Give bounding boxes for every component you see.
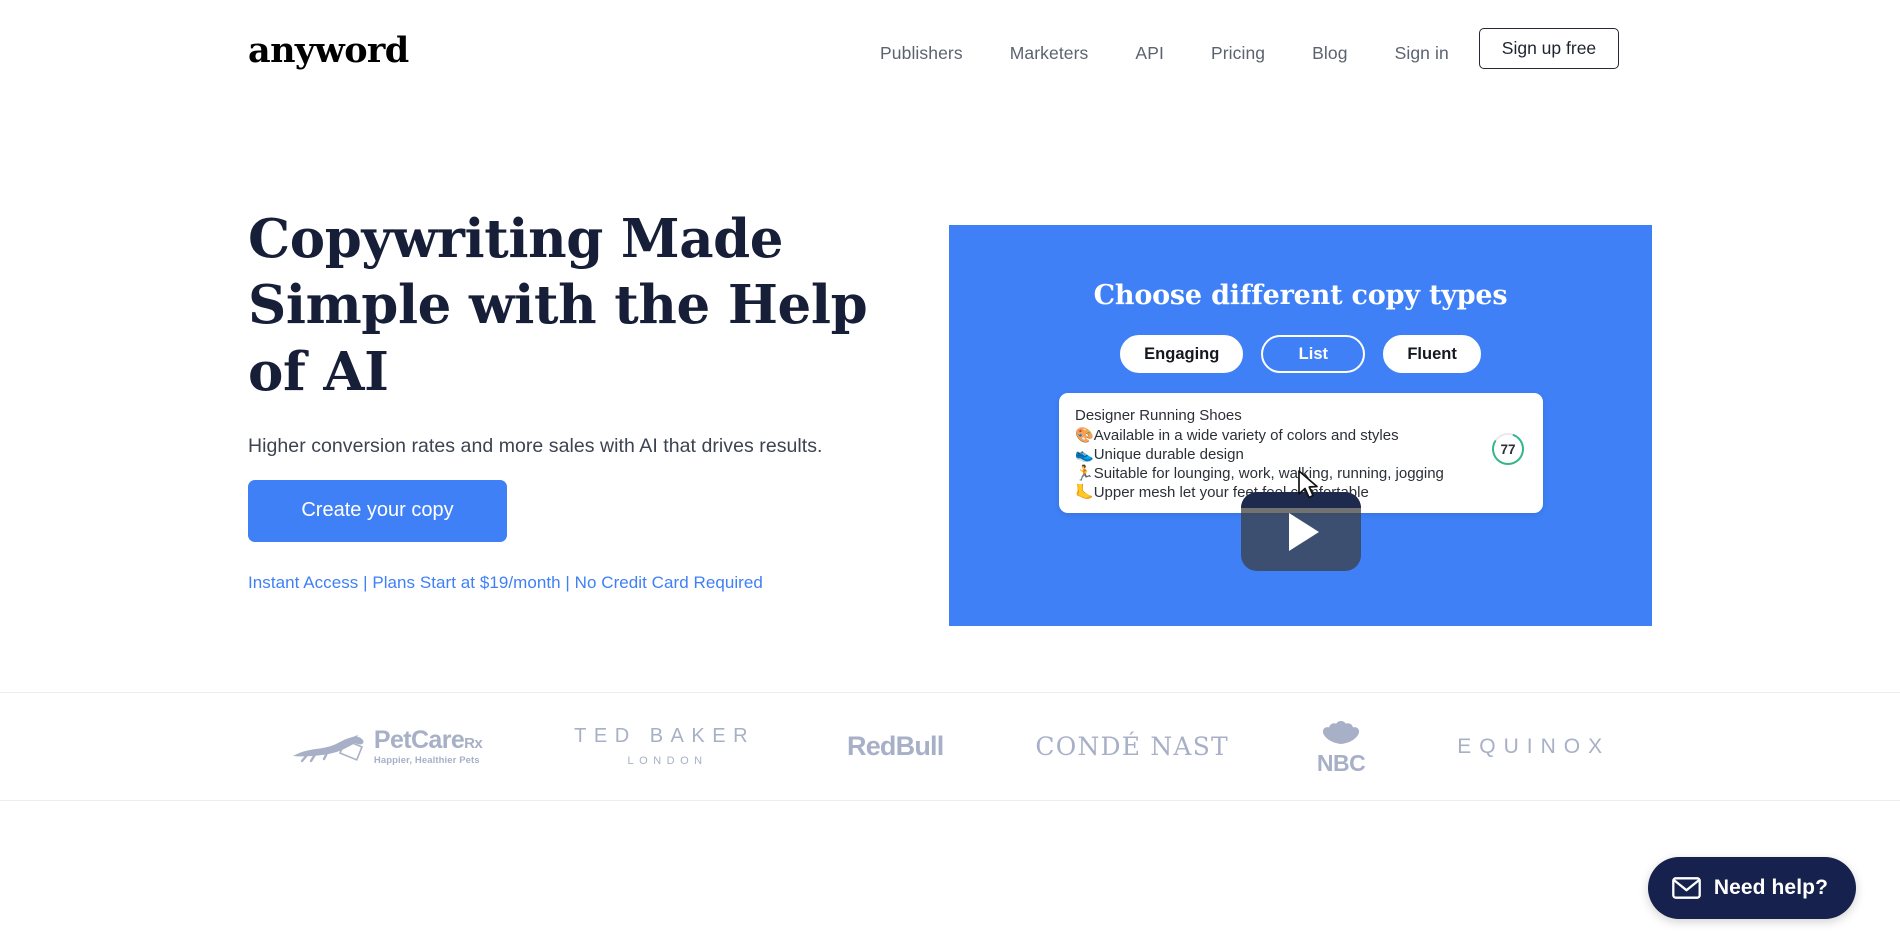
copy-card-title: Designer Running Shoes (1075, 407, 1242, 424)
envelope-icon (1671, 877, 1701, 899)
redbull-wordmark: RedBull (847, 731, 944, 761)
copy-type-pills: Engaging List Fluent (949, 335, 1652, 373)
foot-icon: 🦶 (1075, 482, 1094, 501)
nav-item-blog[interactable]: Blog (1312, 43, 1347, 64)
play-button[interactable] (1241, 492, 1361, 571)
petcarerx-name: PetCare (373, 725, 465, 754)
cta-note: Instant Access | Plans Start at $19/mont… (248, 572, 763, 592)
logo-equinox: EQUINOX (1457, 735, 1610, 759)
page-title: Copywriting Made Simple with the Help of… (248, 208, 868, 403)
need-help-label: Need help? (1713, 876, 1828, 899)
create-your-copy-button[interactable]: Create your copy (248, 479, 507, 542)
palette-icon: 🎨 (1075, 425, 1094, 444)
need-help-widget[interactable]: Need help? (1647, 857, 1856, 919)
copy-bullet-1-text: Available in a wide variety of colors an… (1093, 426, 1399, 444)
nav-item-publishers[interactable]: Publishers (880, 43, 963, 64)
logo-redbull: RedBull (847, 731, 944, 762)
play-triangle-icon (1289, 512, 1319, 551)
logo-conde-nast: CONDÉ NAST (1035, 732, 1228, 761)
nav-item-pricing[interactable]: Pricing (1211, 43, 1265, 64)
copy-score-ring: 77 (1490, 431, 1526, 467)
runner-icon: 🏃 (1075, 463, 1094, 482)
running-dog-icon (292, 734, 364, 762)
copy-bullet-2: 👟Unique durable design (1075, 445, 1527, 464)
sign-up-free-button[interactable]: Sign up free (1478, 28, 1620, 69)
main-navigation: Publishers Marketers API Pricing Blog Si… (880, 28, 1620, 69)
copy-bullet-3-text: Suitable for lounging, work, walking, ru… (1093, 464, 1444, 482)
petcarerx-wordmark: PetCare Rx Happier, Healthier Pets (373, 725, 483, 766)
hero-section: Copywriting Made Simple with the Help of… (0, 107, 1900, 692)
site-header: anyword Publishers Marketers API Pricing… (0, 0, 1900, 107)
logo-ted-baker: TED BAKER LONDON (574, 726, 755, 767)
shoe-icon: 👟 (1075, 444, 1094, 463)
logo-nbc: NBC (1316, 718, 1366, 776)
equinox-wordmark: EQUINOX (1457, 734, 1611, 758)
customer-logo-strip: PetCare Rx Happier, Healthier Pets TED BA… (0, 693, 1900, 800)
hero-subheadline: Higher conversion rates and more sales w… (248, 434, 823, 457)
mouse-cursor-icon (1298, 470, 1318, 499)
pill-engaging[interactable]: Engaging (1120, 335, 1244, 373)
nbc-wordmark: NBC (1316, 750, 1366, 776)
nbc-peacock-icon (1323, 721, 1360, 744)
ted-baker-name: TED BAKER (574, 725, 756, 747)
conde-nast-wordmark: CONDÉ NAST (1035, 732, 1229, 761)
ted-baker-london: LONDON (627, 755, 708, 767)
copy-bullet-2-text: Unique durable design (1093, 445, 1244, 463)
video-title: Choose different copy types (1093, 280, 1508, 311)
hero-copy-block: Copywriting Made Simple with the Help of… (248, 206, 948, 593)
pill-list[interactable]: List (1261, 335, 1366, 373)
nav-item-marketers[interactable]: Marketers (1010, 43, 1089, 64)
copy-score-value: 77 (1500, 441, 1516, 457)
logo-petcarerx: PetCare Rx Happier, Healthier Pets (290, 725, 483, 766)
petcarerx-suffix: Rx (464, 734, 483, 752)
anyword-logo[interactable]: anyword (248, 33, 409, 68)
copy-bullet-1: 🎨Available in a wide variety of colors a… (1075, 426, 1527, 445)
sign-in-link[interactable]: Sign in (1395, 43, 1449, 64)
petcarerx-tagline: Happier, Healthier Pets (373, 754, 480, 766)
pill-fluent[interactable]: Fluent (1383, 335, 1481, 373)
landing-page: anyword Publishers Marketers API Pricing… (0, 0, 1900, 943)
divider-below-logos (0, 800, 1900, 801)
nav-item-api[interactable]: API (1135, 43, 1164, 64)
